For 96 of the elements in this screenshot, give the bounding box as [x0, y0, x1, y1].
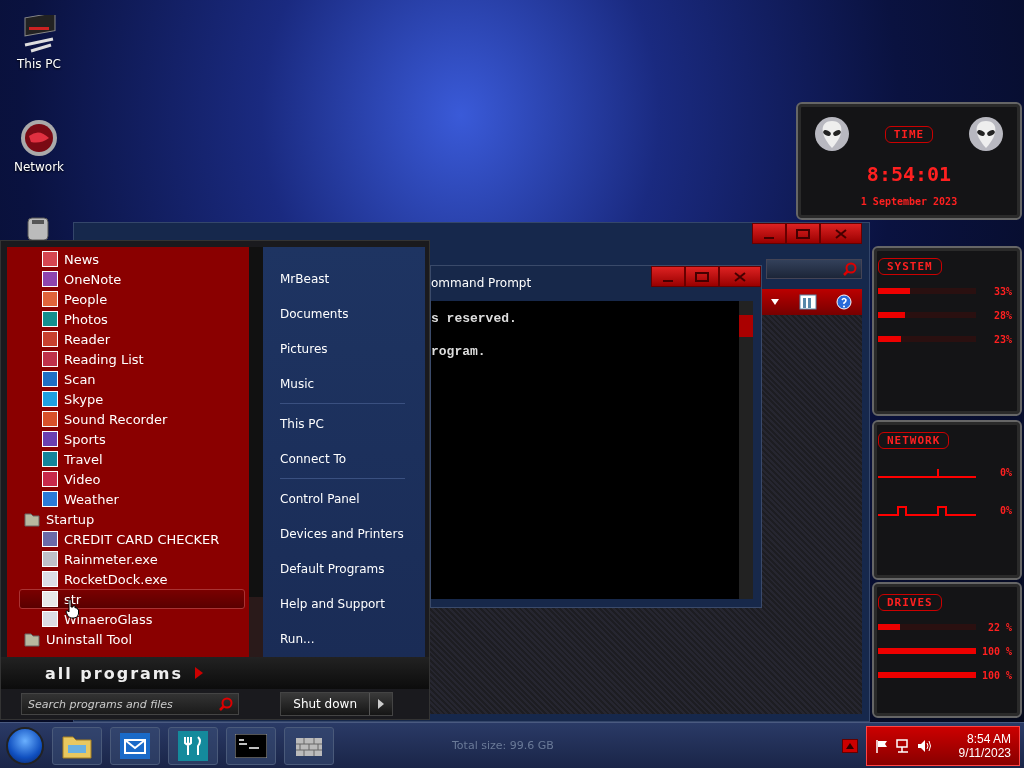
menu-link[interactable]: Connect To	[280, 441, 425, 476]
arrow-icon	[378, 698, 384, 709]
help-icon[interactable]	[836, 294, 853, 310]
program-item[interactable]: Uninstall Tool	[19, 629, 245, 649]
show-hidden-icons-button[interactable]	[842, 738, 858, 753]
search-field[interactable]: Search programs and files	[21, 693, 239, 715]
search-field[interactable]	[766, 259, 862, 279]
maximize-icon	[695, 271, 709, 282]
program-item[interactable]: CREDIT CARD CHECKER	[19, 529, 245, 549]
date-reading: 1 September 2023	[860, 196, 958, 207]
program-item[interactable]: Scan	[19, 369, 245, 389]
close-button[interactable]	[820, 223, 862, 244]
arrow-icon	[846, 742, 854, 749]
program-item[interactable]: People	[19, 289, 245, 309]
scrollbar[interactable]	[249, 247, 263, 657]
gadget-title: TIME	[884, 125, 934, 143]
program-item[interactable]: Rainmeter.exe	[19, 549, 245, 569]
folder-icon	[24, 511, 40, 527]
program-item[interactable]: News	[19, 249, 245, 269]
search-icon	[843, 262, 857, 276]
meter-reading: 33%	[992, 285, 1012, 297]
clock-date[interactable]: 9/11/2023	[958, 745, 1011, 760]
menu-link[interactable]: Default Programs	[280, 551, 425, 586]
window-title: ommand Prompt	[431, 276, 532, 290]
menu-link[interactable]: Music	[280, 366, 425, 401]
minimize-icon	[663, 279, 673, 282]
gadget-title: NETWORK	[878, 432, 950, 449]
program-item[interactable]: Reader	[19, 329, 245, 349]
maximize-icon	[796, 228, 810, 239]
taskbar-button[interactable]	[52, 726, 102, 765]
program-item[interactable]: WinaeroGlass	[19, 609, 245, 629]
arrow-icon	[195, 667, 203, 679]
columns-icon[interactable]	[799, 294, 817, 310]
all-programs-bar[interactable]: all programs	[1, 657, 429, 689]
program-item[interactable]: RocketDock.exe	[19, 569, 245, 589]
desktop-icon-label[interactable]: This PC	[17, 57, 61, 71]
menu-link[interactable]: Pictures	[280, 331, 425, 366]
meter-reading: 23%	[992, 333, 1012, 345]
menu-link[interactable]: Documents	[280, 296, 425, 331]
fork-knife-icon	[178, 730, 208, 761]
mail-icon	[120, 732, 150, 759]
speaker-icon[interactable]	[917, 738, 933, 753]
meter-reading: 28%	[992, 309, 1012, 321]
meter-reading: 0%	[998, 504, 1012, 516]
program-item[interactable]: OneNote	[19, 269, 245, 289]
meter-reading: 22 %	[986, 621, 1012, 633]
program-item[interactable]: Reading List	[19, 349, 245, 369]
menu-link[interactable]: Help and Support	[280, 586, 425, 621]
close-icon	[834, 228, 848, 239]
desktop-icon-label[interactable]: Network	[13, 160, 65, 174]
network-icon[interactable]	[895, 738, 911, 753]
maximize-button[interactable]	[786, 223, 820, 244]
program-item[interactable]: Sports	[19, 429, 245, 449]
taskbar-button[interactable]	[168, 726, 218, 765]
minimize-button[interactable]	[651, 266, 685, 287]
start-button[interactable]	[6, 726, 44, 765]
minimize-button[interactable]	[752, 223, 786, 244]
folder-icon	[24, 631, 40, 647]
program-item[interactable]: Weather	[19, 489, 245, 509]
minimize-icon	[764, 236, 774, 239]
menu-link[interactable]: Control Panel	[280, 481, 425, 516]
terminal-icon	[235, 733, 267, 758]
menu-link[interactable]: This PC	[280, 406, 425, 441]
program-item[interactable]: Skype	[19, 389, 245, 409]
program-item[interactable]: Sound Recorder	[19, 409, 245, 429]
program-item[interactable]: Travel	[19, 449, 245, 469]
status-text: Total size: 99.6 GB	[452, 739, 554, 752]
meter-reading: 100 %	[980, 645, 1012, 657]
alien-head-icon	[814, 116, 850, 152]
gadget-title: SYSTEM	[878, 258, 942, 275]
clock-time[interactable]: 8:54 AM	[966, 731, 1011, 746]
maximize-button[interactable]	[685, 266, 719, 287]
console-line: rogram.	[431, 344, 487, 359]
scrollbar[interactable]	[739, 301, 753, 599]
console-line: s reserved.	[431, 311, 518, 326]
all-programs-label[interactable]: all programs	[45, 663, 183, 683]
close-icon	[733, 271, 747, 282]
program-item[interactable]: Photos	[19, 309, 245, 329]
globe-icon	[19, 118, 59, 158]
meter-reading: 0%	[998, 466, 1012, 478]
caret-icon[interactable]	[769, 298, 780, 306]
menu-link[interactable]: MrBeast	[280, 261, 425, 296]
taskbar-button[interactable]	[226, 726, 276, 765]
program-item[interactable]: Video	[19, 469, 245, 489]
cylinder-icon	[26, 216, 50, 240]
close-button[interactable]	[719, 266, 761, 287]
clock-reading: 8:54:01	[866, 162, 952, 186]
menu-link[interactable]: Run...	[280, 621, 425, 656]
flag-icon[interactable]	[875, 738, 889, 753]
program-item[interactable]: Startup	[19, 509, 245, 529]
taskbar-button[interactable]	[110, 726, 160, 765]
menu-link[interactable]: Devices and Printers	[280, 516, 425, 551]
meter-reading: 100 %	[980, 669, 1012, 681]
alien-head-icon	[968, 116, 1004, 152]
taskbar-button[interactable]	[284, 726, 334, 765]
gadget-title: DRIVES	[878, 594, 942, 611]
